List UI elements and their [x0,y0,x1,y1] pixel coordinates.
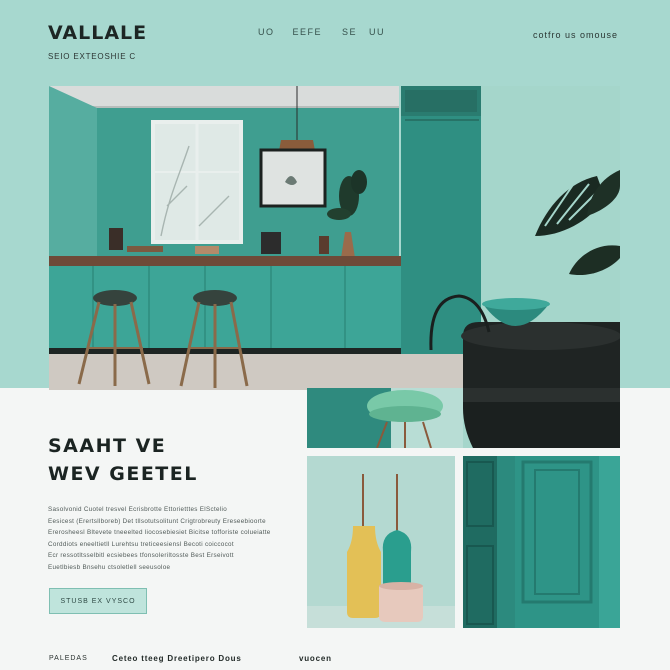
gallery-tile-vases[interactable] [307,456,455,628]
body-line: Eesicest (Erertsllboreb) Det tllsotutsol… [48,517,266,525]
nav-item-4[interactable]: UU [369,27,385,37]
gallery-tile-table[interactable] [463,388,620,448]
body-paragraph: Sasolvonid Cuotel tresvel Ecrisbrotte Et… [48,504,288,574]
contact-link[interactable]: cotfro us omouse [533,30,618,40]
body-line: Euetlbiesb Bnsehu ctsoletlell seeusoloe [48,563,171,571]
body-line: Ecr ressotltsselbitl ecsiebees tfonsoler… [48,552,234,560]
kitchen-photo [49,86,620,390]
hero-image [49,86,620,390]
main-nav: UO EEFE SE UU [258,27,385,37]
body-line: Corddiots eneeltietll Lurehtsu treticees… [48,540,234,548]
section-headline: SAAHT VE WEV GEETEL [48,432,198,488]
brand-logo-text[interactable]: VALLALE [48,22,147,44]
gallery-tile-door[interactable] [463,456,620,628]
body-line: Sasolvonid Cuotel tresvel Ecrisbrotte Et… [48,506,227,513]
door-photo [463,456,620,628]
footer-links[interactable]: Ceteo tteeg Dreetipero Dous [112,654,242,663]
nav-item-1[interactable]: UO [258,27,275,37]
vases-photo [307,456,455,628]
body-line: Ererosheesl Bltevete tneeelted liocosebi… [48,529,271,537]
nav-item-2[interactable]: EEFE [293,27,323,37]
headline-line-1: SAAHT VE [48,435,167,457]
brand-tagline: SEIO EXTEOSHIE C [48,52,136,61]
headline-line-2: WEV GEETEL [48,463,198,485]
brand-block[interactable]: VALLALE SEIO EXTEOSHIE C [48,22,147,61]
nav-item-3[interactable]: SE [342,27,357,37]
footer-brand[interactable]: PALEDAS [49,655,88,662]
stool-photo [307,388,463,448]
cta-button[interactable]: STUSB EX VYSCO [49,588,147,614]
gallery-tile-stool[interactable] [307,388,463,448]
table-photo [463,388,620,448]
footer-link-right[interactable]: vuocen [299,654,332,663]
